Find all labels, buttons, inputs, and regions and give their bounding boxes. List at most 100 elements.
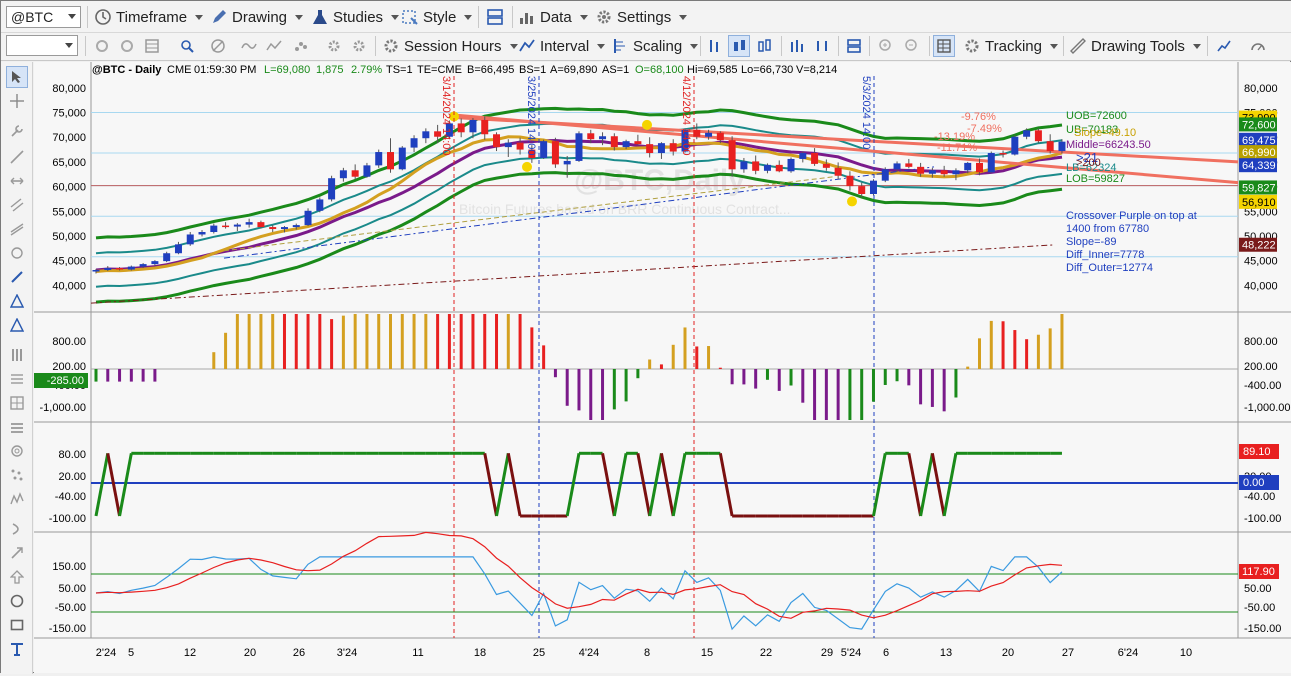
- parallel-lines-icon: [10, 223, 24, 236]
- crosshair-tool[interactable]: [6, 90, 28, 112]
- line-tool[interactable]: [6, 146, 28, 168]
- volume-button[interactable]: [786, 35, 808, 57]
- refresh-button[interactable]: [91, 35, 113, 57]
- lob-label: LOB=59827: [1066, 173, 1125, 185]
- zoom-in-button[interactable]: [875, 35, 897, 57]
- drawing-menu[interactable]: Drawing: [210, 5, 304, 29]
- candle-body: [127, 266, 135, 270]
- lines-tool[interactable]: [6, 416, 28, 438]
- bars-tool[interactable]: [6, 344, 28, 366]
- header-hi: Hi=69,585: [687, 64, 737, 76]
- symbol-value: @BTC: [11, 9, 54, 25]
- fib-tool[interactable]: [6, 368, 28, 390]
- drawing-tools-label: Drawing Tools: [1091, 37, 1185, 55]
- pointer-tool[interactable]: [6, 66, 28, 88]
- reload-icon: [121, 40, 133, 52]
- grid-button[interactable]: [141, 35, 163, 57]
- analytics-button[interactable]: [1213, 35, 1235, 57]
- settings-menu[interactable]: Settings: [595, 5, 688, 29]
- price-tick-right: 80,000: [1244, 83, 1278, 95]
- date-tick: 11: [412, 647, 423, 659]
- candle-body: [504, 142, 512, 148]
- zoom-out-button[interactable]: [901, 35, 923, 57]
- arrow-tool[interactable]: [6, 542, 28, 564]
- gauge-button[interactable]: [1247, 35, 1269, 57]
- crosshair-button[interactable]: [207, 35, 229, 57]
- drawing-tools-menu[interactable]: Drawing Tools: [1069, 34, 1201, 58]
- grid-tool[interactable]: [6, 392, 28, 414]
- wave-button[interactable]: [238, 35, 260, 57]
- layout-button[interactable]: [484, 6, 506, 28]
- chart-canvas[interactable]: @BTC - Daily CME 01:59:30 PM L=69,080 1,…: [34, 62, 1291, 673]
- candle-body: [540, 141, 548, 158]
- price-tick-left: 55,000: [52, 206, 86, 218]
- ohlc-button[interactable]: [703, 35, 725, 57]
- dots-button[interactable]: [290, 35, 312, 57]
- macd-badge-text: -285.00: [47, 375, 84, 387]
- style-menu[interactable]: Style: [401, 5, 473, 29]
- drawing-toolbar: [1, 62, 33, 674]
- candle-body: [280, 227, 288, 230]
- price-badge-text: 66,990: [1242, 147, 1276, 159]
- zoom-out-icon: [905, 39, 917, 51]
- data-menu[interactable]: Data: [518, 5, 588, 29]
- h-arrow-tool[interactable]: [6, 170, 28, 192]
- candle-body: [587, 133, 595, 140]
- triangle-tool[interactable]: [6, 290, 28, 312]
- tracking-menu[interactable]: Tracking: [963, 34, 1058, 58]
- chart-area[interactable]: @BTC - Daily CME 01:59:30 PM L=69,080 1,…: [34, 62, 1291, 673]
- table-button[interactable]: [933, 35, 955, 57]
- header-pct: 2.79%: [351, 64, 382, 76]
- rectangle-tool[interactable]: [6, 614, 28, 636]
- ellipse-tool[interactable]: [6, 590, 28, 612]
- parallel-tool[interactable]: [6, 218, 28, 240]
- spread-button[interactable]: [811, 35, 833, 57]
- timeframe-menu[interactable]: Timeframe: [94, 5, 204, 29]
- candle-button[interactable]: [728, 35, 750, 57]
- crosshair-icon: [211, 39, 225, 53]
- scaling-menu[interactable]: Scaling: [611, 34, 699, 58]
- spiral-tool[interactable]: [6, 440, 28, 462]
- gann-tool[interactable]: [6, 242, 28, 264]
- studies-menu[interactable]: Studies: [311, 5, 400, 29]
- candle-body: [269, 227, 277, 230]
- chevron-down-icon[interactable]: [68, 14, 76, 19]
- arc-tool[interactable]: [6, 518, 28, 540]
- candle-body: [457, 123, 465, 133]
- hollow-candle-icon: [758, 39, 771, 52]
- candle-body: [728, 140, 736, 170]
- wrench-tool[interactable]: [6, 120, 28, 142]
- interval-menu[interactable]: Interval: [518, 34, 606, 58]
- circle-icon: [10, 594, 24, 608]
- brush-tool[interactable]: [6, 266, 28, 288]
- header-time: 01:59:30 PM: [194, 64, 256, 76]
- up-arrow-tool[interactable]: [6, 566, 28, 588]
- panes-button[interactable]: [843, 35, 865, 57]
- candle-body: [422, 131, 430, 139]
- symbol-combo[interactable]: @BTC: [6, 6, 81, 28]
- props-button[interactable]: [348, 35, 370, 57]
- pattern-tool[interactable]: [6, 488, 28, 510]
- settings-small-button[interactable]: [323, 35, 345, 57]
- candle-body: [999, 153, 1007, 155]
- price-tick-left: 75,000: [52, 108, 86, 120]
- triangle-tool-2[interactable]: [6, 314, 28, 336]
- svg-text:-1,000.00: -1,000.00: [40, 402, 86, 414]
- channel-tool[interactable]: [6, 194, 28, 216]
- crosshair-icon: [10, 94, 24, 108]
- zoom-fit-button[interactable]: [176, 35, 198, 57]
- candle-body: [834, 167, 842, 176]
- dots-tool[interactable]: [6, 464, 28, 486]
- text-tool[interactable]: [6, 638, 28, 660]
- candle-body: [210, 225, 218, 233]
- trend-button[interactable]: [263, 35, 285, 57]
- svg-text:200.00: 200.00: [1244, 361, 1278, 373]
- ohlc-icon: [710, 40, 718, 52]
- header-as: AS=1: [602, 64, 629, 76]
- session-hours-menu[interactable]: Session Hours: [382, 34, 518, 58]
- hollow-candle-button[interactable]: [753, 35, 775, 57]
- diff-inner-label: Diff_Inner=7778: [1066, 249, 1144, 261]
- reload-button[interactable]: [116, 35, 138, 57]
- chevron-down-icon[interactable]: [65, 43, 73, 48]
- chart-type-combo[interactable]: [6, 35, 78, 56]
